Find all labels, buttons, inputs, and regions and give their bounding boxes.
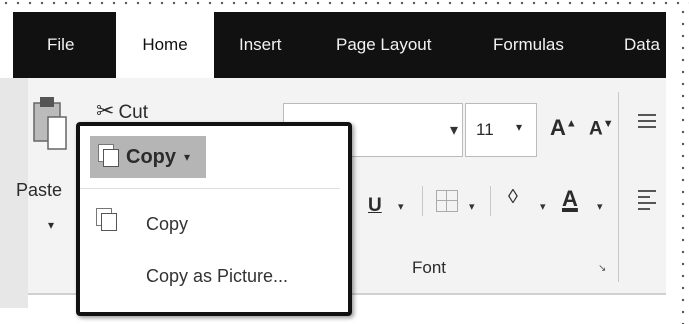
font-size-combo[interactable]: 11 ▾ — [465, 103, 537, 157]
font-separator — [422, 186, 423, 216]
borders-icon[interactable] — [436, 190, 458, 212]
tab-insert[interactable]: Insert — [239, 12, 282, 78]
tab-home[interactable]: Home — [116, 12, 214, 82]
underline-button[interactable]: U — [368, 195, 382, 217]
menu-divider — [80, 188, 340, 189]
tab-formulas[interactable]: Formulas — [493, 12, 564, 78]
grow-font-label: A — [550, 115, 566, 140]
copy-split-arrow[interactable]: ▾ — [184, 150, 190, 164]
fill-color-icon[interactable]: ◊ — [508, 186, 518, 209]
paste-icon[interactable] — [30, 95, 70, 155]
shrink-font-button[interactable]: A▼ — [589, 118, 614, 140]
font-size-value: 11 — [476, 120, 494, 139]
font-separator — [490, 186, 491, 216]
tab-file[interactable]: File — [47, 12, 74, 78]
font-group-label: Font — [412, 258, 447, 277]
align-top-icon[interactable] — [638, 114, 656, 132]
font-color-dropdown-arrow[interactable]: ▾ — [597, 200, 603, 213]
ribbon-tab-bar: File Home Insert Page Layout Formulas Da… — [13, 12, 666, 82]
font-dialog-launcher-icon[interactable]: ↘ — [598, 263, 606, 274]
tab-data[interactable]: Data — [624, 12, 660, 78]
paste-button[interactable]: Paste — [16, 180, 62, 201]
copy-icon — [103, 149, 119, 167]
menu-item-copy-label: Copy — [146, 214, 189, 234]
scissors-icon: ✂ — [96, 98, 115, 123]
tab-page-layout[interactable]: Page Layout — [336, 12, 431, 78]
borders-dropdown-arrow[interactable]: ▾ — [469, 200, 475, 213]
fill-color-dropdown-arrow[interactable]: ▾ — [540, 200, 546, 213]
align-left-icon[interactable] — [638, 190, 656, 214]
menu-item-copy-as-picture-label: Copy as Picture... — [146, 266, 289, 286]
dotted-border-top — [0, 0, 689, 6]
copy-split-label: Copy — [126, 146, 176, 168]
dotted-border-right — [679, 6, 687, 324]
grow-font-button[interactable]: A▲ — [550, 115, 577, 141]
font-size-dropdown-arrow[interactable]: ▾ — [516, 120, 522, 134]
cut-label: Cut — [118, 102, 149, 123]
shrink-font-label: A — [589, 118, 603, 140]
copy-split-button[interactable]: Copy ▾ — [90, 136, 206, 178]
copy-icon — [101, 213, 117, 231]
group-separator — [618, 92, 619, 282]
paste-dropdown-arrow[interactable]: ▾ — [48, 218, 54, 232]
copy-dropdown-menu: Copy ▾ Copy Copy as Picture... — [76, 122, 352, 316]
cut-button[interactable]: ✂ Cut — [96, 98, 148, 124]
underline-dropdown-arrow[interactable]: ▾ — [398, 200, 404, 213]
font-color-icon[interactable]: A — [562, 186, 578, 212]
font-name-dropdown-arrow[interactable]: ▾ — [450, 120, 458, 140]
